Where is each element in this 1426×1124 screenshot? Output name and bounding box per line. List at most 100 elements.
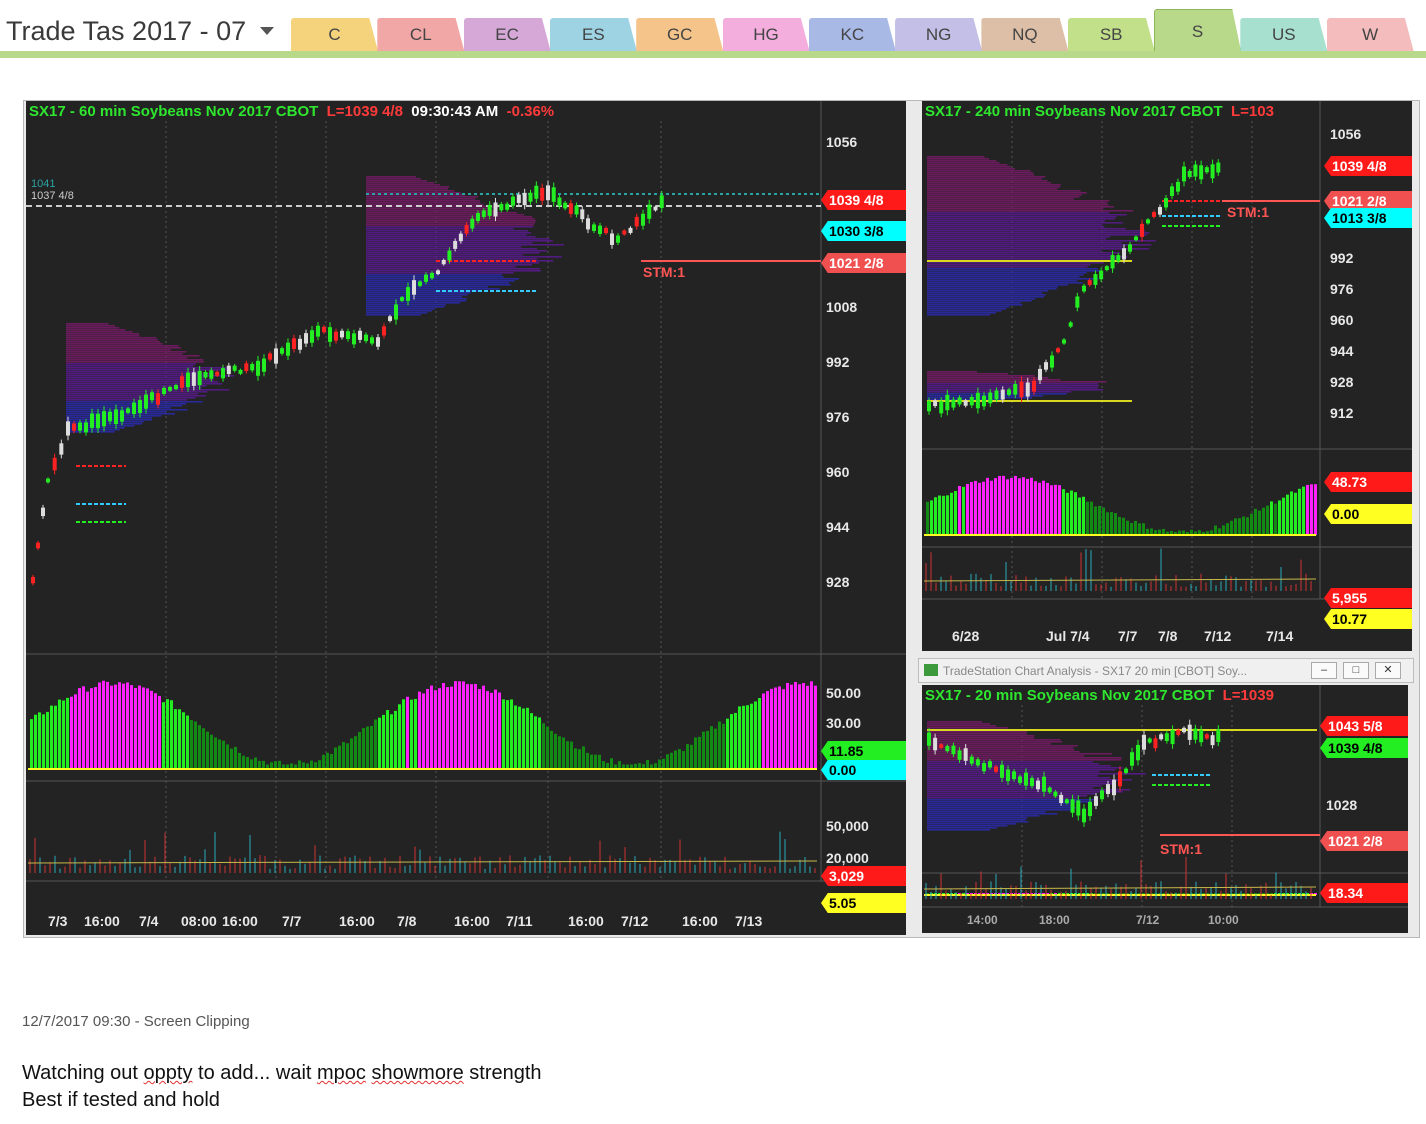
volume-profile-row [927,312,996,314]
volume-profile-row [366,226,534,228]
candle-body [641,213,645,226]
volume-profile-row [366,302,461,304]
note-line-1[interactable]: Watching out oppty to add... wait mpoc s… [22,1062,542,1085]
window-close-button[interactable]: ✕ [1375,662,1401,679]
volume-profile-row [66,337,157,339]
oscillator-bar [550,730,553,769]
oscillator-bar [966,484,969,535]
volume-profile-row [66,325,115,327]
tab-w[interactable]: W [1326,18,1414,51]
tab-cl[interactable]: CL [377,18,465,51]
oscillator-bar [390,714,393,769]
candle-body [1176,729,1181,735]
candle-body [522,192,527,206]
oscillator-bar [1058,485,1061,535]
tab-c[interactable]: C [291,18,378,51]
volume-profile-row [927,272,1087,274]
oscillator-bar [378,717,381,769]
volume-profile-row [927,819,1026,821]
oscillator-bar [238,752,241,769]
chart-240min-last: L=103 [1230,103,1274,120]
volume-profile-row [927,731,1028,733]
tab-ec[interactable]: EC [463,18,551,51]
candle-body [1142,734,1146,750]
volume-profile-row [366,224,534,226]
volume-profile-row [927,383,1098,385]
volume-profile-row [927,276,1080,278]
tab-ng[interactable]: NG [895,18,983,51]
candle-body [328,327,332,342]
candle-body [36,542,40,549]
volume-profile-row [366,228,514,230]
oscillator-bar [150,690,153,769]
candle-body [274,348,278,364]
volume-profile-row [927,302,1021,304]
tab-nq[interactable]: NQ [981,18,1069,51]
oscillator-bar [558,736,561,769]
volume-profile-row [66,327,120,329]
oscillator-bar [350,738,353,769]
volume-profile-row [927,220,1105,222]
volume-profile-row [366,284,511,286]
oscillator-bar [106,681,109,769]
chart-60min-title: SX17 - 60 min Soybeans Nov 2017 CBOT L=1… [29,103,554,120]
volume-profile-row [366,310,432,312]
note-text: to add... wait [192,1062,317,1084]
candle-body [358,330,362,340]
candle-body [647,204,652,219]
volume-profile-row [66,361,204,363]
oscillator-bar [1126,520,1129,535]
volume-profile-row [927,825,1008,827]
oscillator-bar [434,690,437,769]
candle-body [262,358,266,372]
window-minimize-button[interactable]: – [1311,662,1337,679]
volume-profile-row [927,757,1122,759]
candle-body [209,370,214,379]
volume-profile-row [927,385,1099,387]
volume-profile-row [927,375,1035,377]
volume-profile-row [927,823,1017,825]
tab-hg[interactable]: HG [722,18,810,51]
volume-profile-row [927,160,997,162]
oscillator-tag: 48.73 [1324,472,1412,492]
candle-body [1068,322,1073,327]
tab-gc[interactable]: GC [636,18,724,51]
oscillator-bar [986,477,989,535]
tab-us[interactable]: US [1240,18,1328,51]
volume-profile-row [366,190,455,192]
notebook-title[interactable]: Trade Tas 2017 - 07 [6,16,246,47]
time-axis-label: 6/28 [952,628,980,644]
oscillator-bar [214,737,217,769]
oscillator-bar [978,482,981,535]
candle-body [370,337,374,344]
note-line-2[interactable]: Best if tested and hold [22,1089,220,1112]
tab-sb[interactable]: SB [1067,18,1155,51]
candle-body [951,745,956,755]
volume-profile-row [927,202,1108,204]
notebook-dropdown-icon[interactable] [260,27,274,35]
volume-profile-row [366,210,497,212]
volume-profile-row [927,188,1058,190]
volume-profile-row [927,218,1115,220]
tab-es[interactable]: ES [549,18,637,51]
candle-body [580,209,585,220]
candle-body [352,333,356,345]
volume-profile-row [927,773,1146,775]
candle-body [464,225,469,234]
candle-body [568,203,573,214]
tab-kc[interactable]: KC [808,18,896,51]
oscillator-bar [258,760,261,769]
oscillator-bar [574,748,577,769]
volume-profile-row [66,393,198,395]
oscillator-bar [1110,512,1113,535]
tab-s[interactable]: S [1154,9,1241,51]
candle-body [586,218,590,230]
candle-body [215,371,220,376]
volume-profile-row [366,300,467,302]
candle-body [250,364,255,371]
window-maximize-button[interactable]: □ [1343,662,1369,679]
candle-body [546,185,550,201]
candle-body [975,759,980,766]
candle-body [280,348,284,354]
candle-body [963,400,968,406]
